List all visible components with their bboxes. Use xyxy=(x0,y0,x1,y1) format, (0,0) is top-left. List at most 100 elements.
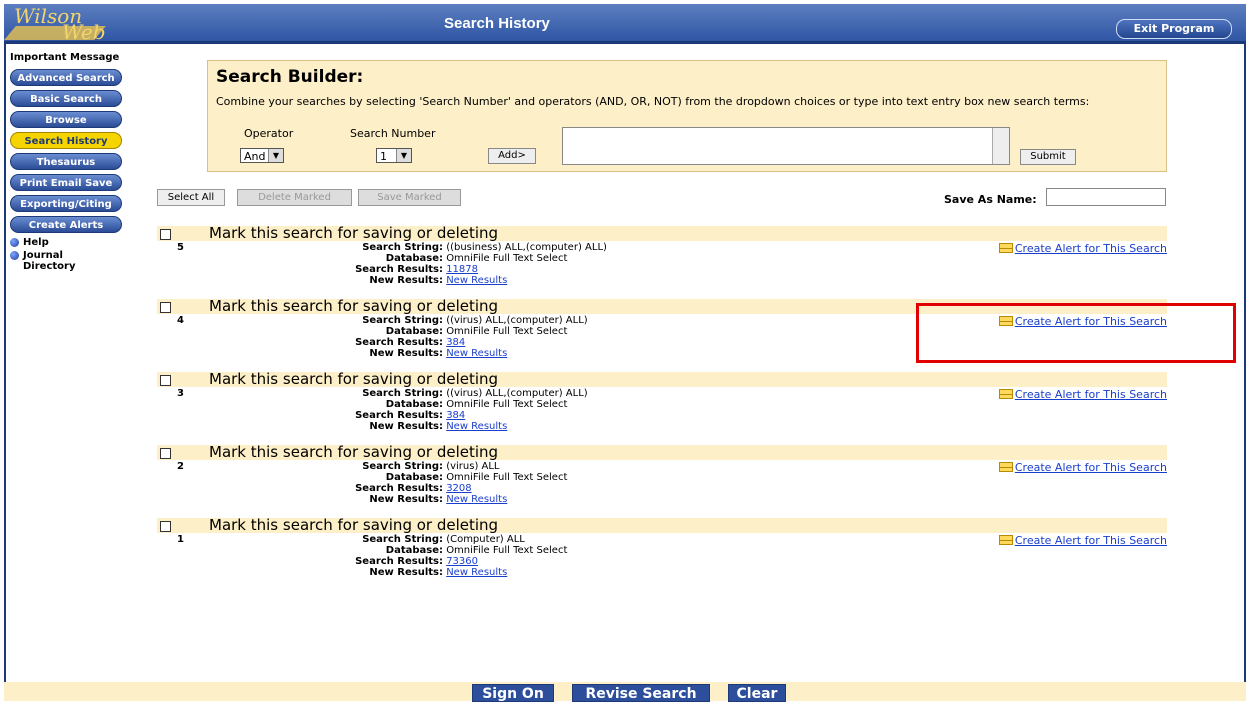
search-string-value: ((business) ALL,(computer) ALL) xyxy=(446,242,607,253)
search-results-key: Search Results: xyxy=(355,337,443,348)
mark-label: Mark this search for saving or deleting xyxy=(209,443,499,461)
database-key: Database: xyxy=(385,399,443,410)
create-alert-link[interactable]: Create Alert for This Search xyxy=(998,388,1167,401)
mark-label: Mark this search for saving or deleting xyxy=(209,370,499,388)
sidebar-create-alerts-button[interactable]: Create Alerts xyxy=(10,216,122,233)
add-button[interactable]: Add> xyxy=(488,148,536,164)
database-line: Database: OmniFile Full Text Select xyxy=(257,326,757,337)
search-string-value: ((virus) ALL,(computer) ALL) xyxy=(446,315,588,326)
new-results-link[interactable]: New Results xyxy=(446,275,507,286)
database-line: Database: OmniFile Full Text Select xyxy=(257,472,757,483)
new-results-key: New Results: xyxy=(369,275,443,286)
create-alert-link[interactable]: Create Alert for This Search xyxy=(998,242,1167,255)
dropdown-arrow-icon: ▼ xyxy=(268,149,283,162)
search-results-line: Search Results: 384 xyxy=(257,337,757,348)
envelope-icon xyxy=(998,535,1013,545)
create-alert-link[interactable]: Create Alert for This Search xyxy=(998,461,1167,474)
database-value: OmniFile Full Text Select xyxy=(446,253,568,264)
wilsonweb-logo[interactable]: Wilson Web xyxy=(4,4,182,44)
header-bar: Wilson Web Search History Exit Program xyxy=(4,4,1246,44)
new-results-key: New Results: xyxy=(369,348,443,359)
exit-program-button[interactable]: Exit Program xyxy=(1116,19,1232,39)
new-results-key: New Results: xyxy=(369,567,443,578)
save-marked-button[interactable]: Save Marked xyxy=(358,189,461,206)
create-alert-label: Create Alert for This Search xyxy=(1014,534,1167,547)
mark-label: Mark this search for saving or deleting xyxy=(209,297,499,315)
operator-select[interactable]: And ▼ xyxy=(240,148,284,163)
create-alert-label: Create Alert for This Search xyxy=(1014,388,1167,401)
important-message-link[interactable]: Important Message xyxy=(10,52,128,63)
mark-checkbox[interactable] xyxy=(160,302,171,313)
search-string-line: Search String: (Computer) ALL xyxy=(257,534,757,545)
search-builder-title: Search Builder: xyxy=(216,67,364,87)
logo-text-web: Web xyxy=(62,20,106,44)
sign-on-button[interactable]: Sign On xyxy=(472,684,554,702)
new-results-key: New Results: xyxy=(369,421,443,432)
sidebar-print-email-save-button[interactable]: Print Email Save xyxy=(10,174,122,191)
textarea-scrollbar[interactable] xyxy=(992,128,1009,164)
sidebar-thesaurus-button[interactable]: Thesaurus xyxy=(10,153,122,170)
search-results-link[interactable]: 73360 xyxy=(446,556,478,567)
search-number: 4 xyxy=(177,315,184,326)
search-results-link[interactable]: 11878 xyxy=(446,264,478,275)
search-results-link[interactable]: 3208 xyxy=(446,483,471,494)
create-alert-label: Create Alert for This Search xyxy=(1014,242,1167,255)
new-results-line: New Results: New Results xyxy=(257,494,757,505)
database-key: Database: xyxy=(385,326,443,337)
journal-directory-link[interactable]: Journal Directory xyxy=(10,250,128,272)
search-number-select[interactable]: 1 ▼ xyxy=(376,148,412,163)
sidebar: Important Message Advanced Search Basic … xyxy=(10,52,128,272)
search-string-line: Search String: ((business) ALL,(computer… xyxy=(257,242,757,253)
search-results-key: Search Results: xyxy=(355,483,443,494)
new-results-line: New Results: New Results xyxy=(257,275,757,286)
operator-value: And xyxy=(244,150,266,163)
search-number: 5 xyxy=(177,242,184,253)
submit-button[interactable]: Submit xyxy=(1020,149,1076,165)
revise-search-button[interactable]: Revise Search xyxy=(572,684,710,702)
search-string-line: Search String: ((virus) ALL,(computer) A… xyxy=(257,315,757,326)
search-number: 3 xyxy=(177,388,184,399)
highlight-box xyxy=(916,303,1236,363)
save-as-name-input[interactable] xyxy=(1046,188,1166,206)
delete-marked-button[interactable]: Delete Marked xyxy=(237,189,352,206)
envelope-icon xyxy=(998,243,1013,253)
sidebar-exporting-citing-button[interactable]: Exporting/Citing xyxy=(10,195,122,212)
mark-checkbox[interactable] xyxy=(160,375,171,386)
new-results-link[interactable]: New Results xyxy=(446,567,507,578)
create-alert-label: Create Alert for This Search xyxy=(1014,461,1167,474)
bullet-icon xyxy=(10,238,19,247)
search-results-link[interactable]: 384 xyxy=(446,337,465,348)
new-results-line: New Results: New Results xyxy=(257,567,757,578)
dropdown-arrow-icon: ▼ xyxy=(396,149,411,162)
help-link[interactable]: Help xyxy=(10,237,128,248)
sidebar-search-history-button[interactable]: Search History xyxy=(10,132,122,149)
select-all-button[interactable]: Select All xyxy=(157,189,225,206)
new-results-link[interactable]: New Results xyxy=(446,421,507,432)
new-results-link[interactable]: New Results xyxy=(446,494,507,505)
clear-button[interactable]: Clear xyxy=(728,684,786,702)
mark-checkbox[interactable] xyxy=(160,229,171,240)
search-terms-textarea[interactable] xyxy=(562,127,1010,165)
search-results-line: Search Results: 73360 xyxy=(257,556,757,567)
database-line: Database: OmniFile Full Text Select xyxy=(257,399,757,410)
search-results-link[interactable]: 384 xyxy=(446,410,465,421)
search-string-key: Search String: xyxy=(362,461,443,472)
journal-directory-label: Journal Directory xyxy=(23,250,76,272)
sidebar-browse-button[interactable]: Browse xyxy=(10,111,122,128)
sidebar-advanced-search-button[interactable]: Advanced Search xyxy=(10,69,122,86)
history-entry: Mark this search for saving or deleting 5… xyxy=(157,224,1167,299)
search-string-value: ((virus) ALL,(computer) ALL) xyxy=(446,388,588,399)
search-string-value: (Computer) ALL xyxy=(446,534,525,545)
mark-checkbox[interactable] xyxy=(160,448,171,459)
database-line: Database: OmniFile Full Text Select xyxy=(257,253,757,264)
history-entry: Mark this search for saving or deleting 3… xyxy=(157,370,1167,445)
operator-label: Operator xyxy=(244,127,294,140)
mark-checkbox[interactable] xyxy=(160,521,171,532)
create-alert-link[interactable]: Create Alert for This Search xyxy=(998,534,1167,547)
new-results-link[interactable]: New Results xyxy=(446,348,507,359)
database-value: OmniFile Full Text Select xyxy=(446,472,568,483)
search-results-key: Search Results: xyxy=(355,556,443,567)
search-results-key: Search Results: xyxy=(355,410,443,421)
sidebar-basic-search-button[interactable]: Basic Search xyxy=(10,90,122,107)
search-string-key: Search String: xyxy=(362,315,443,326)
